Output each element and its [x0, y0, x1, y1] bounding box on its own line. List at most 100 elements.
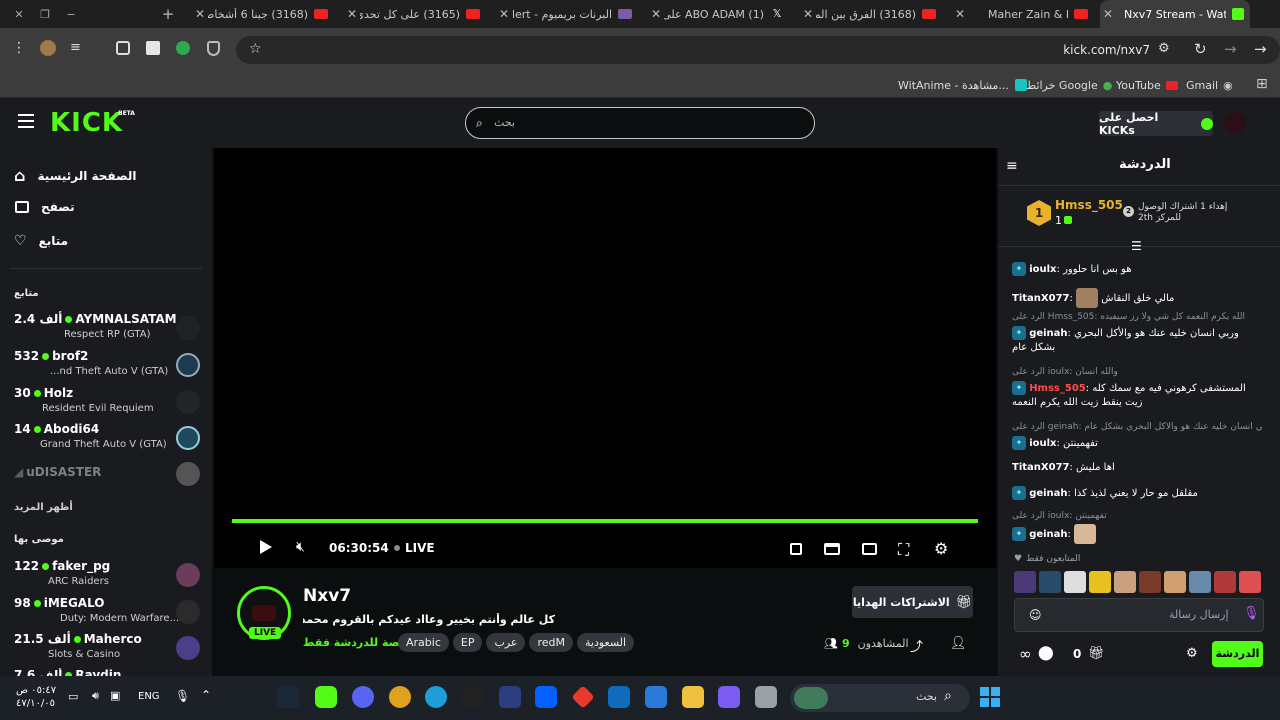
bookmark-witanime[interactable]: WitAnime - مشاهدة...: [898, 72, 1027, 98]
collapse-chat-icon[interactable]: ≡: [1006, 158, 1018, 174]
chat-username[interactable]: TitanX077: [1012, 293, 1069, 304]
battery-icon[interactable]: ▭: [68, 690, 78, 703]
live-label[interactable]: LIVE: [405, 541, 435, 555]
recommended-channel[interactable]: 122 faker_pg ARC Raiders: [14, 559, 200, 593]
bookmark-youtube[interactable]: YouTube: [1116, 72, 1178, 98]
menu-dots-icon[interactable]: ⋮: [12, 40, 26, 56]
show-more-link[interactable]: أظهر المزيد: [14, 502, 73, 513]
chat-username[interactable]: ioulx: [1029, 438, 1056, 449]
discord-icon[interactable]: [352, 686, 374, 708]
adblock-icon[interactable]: [207, 41, 220, 56]
send-chat-button[interactable]: الدردشة: [1212, 641, 1263, 667]
chat-input[interactable]: ☺ إرسال رسالة 🎙︎: [1014, 598, 1264, 632]
bookmark-gmail[interactable]: Gmail ◉: [1186, 72, 1233, 98]
back-icon[interactable]: →: [1254, 40, 1267, 58]
chat-username[interactable]: geinah: [1029, 328, 1067, 339]
progress-bar[interactable]: [232, 519, 978, 523]
copilot-icon[interactable]: [718, 686, 740, 708]
streamer-name[interactable]: Nxv7: [303, 586, 351, 606]
browser-tab-active[interactable]: ✕ Nxv7 Stream - Watch: [1100, 0, 1250, 28]
tab-close-icon[interactable]: ✕: [648, 7, 664, 21]
taskbar-clock[interactable]: ٠٥:٤٧ ص ٤٧/١٠/٠٥: [16, 684, 56, 710]
chatter-avatar[interactable]: [1089, 571, 1111, 593]
kicks-icon[interactable]: ⬤: [1038, 645, 1054, 661]
sidebar-item-following[interactable]: ♡ متابع: [14, 233, 68, 249]
reply-preview[interactable]: الرد على geinah: وربي انسان خليه عنك هو …: [1012, 422, 1262, 432]
url-text[interactable]: kick.com/nxv7: [1050, 43, 1150, 57]
edge-icon[interactable]: [425, 686, 447, 708]
reload-icon[interactable]: ↻: [1194, 40, 1207, 58]
chat-username[interactable]: TitanX077: [1012, 462, 1069, 473]
tab-close-icon[interactable]: ✕: [192, 7, 208, 21]
microphone-tray-icon[interactable]: 🎙︎: [175, 689, 190, 703]
bookmark-maps[interactable]: خرائط Google ●: [1026, 72, 1112, 98]
close-window-icon[interactable]: ✕: [6, 8, 32, 21]
epic-games-icon[interactable]: [462, 686, 484, 708]
volume-icon[interactable]: 🔊︎: [92, 689, 99, 703]
minimize-window-icon[interactable]: −: [58, 8, 84, 21]
extension-icon[interactable]: [146, 41, 160, 55]
reply-preview[interactable]: الرد على ioulx: تفهمينتن: [1012, 511, 1262, 521]
tag[interactable]: EP: [452, 633, 483, 652]
chatter-avatar[interactable]: [1114, 571, 1136, 593]
tab-close-icon[interactable]: ✕: [952, 7, 968, 21]
network-icon[interactable]: ▣: [110, 689, 120, 702]
chat-username[interactable]: geinah: [1029, 488, 1067, 499]
apps-grid-icon[interactable]: ⊞: [1256, 76, 1268, 92]
tab-close-icon[interactable]: ✕: [800, 7, 816, 21]
kick-logo[interactable]: KICK: [50, 108, 123, 138]
chatter-avatar[interactable]: [1239, 571, 1261, 593]
browser-tab[interactable]: ✕ Maher Zain & Harris: [952, 0, 1094, 28]
reply-preview[interactable]: الرد على ioulx: والله انسان: [1012, 367, 1262, 377]
chat-username[interactable]: Hmss_505: [1029, 383, 1086, 394]
reply-preview[interactable]: الرد على Hmss_505: الله يكرم النعمه كل ش…: [1012, 312, 1262, 322]
recommended-channel[interactable]: 98 iMEGALO Duty: Modern Warfare...: [14, 596, 200, 630]
chat-username[interactable]: ioulx: [1029, 264, 1056, 275]
sidebar-item-browse[interactable]: تصفح: [14, 200, 75, 214]
forward-icon[interactable]: →: [1224, 40, 1237, 58]
video-player[interactable]: [214, 148, 996, 568]
browser-tab[interactable]: ✕ (3165) على كل تحدي: [344, 0, 486, 28]
browser-tab[interactable]: ✕ (3168) الفرق بين الملء: [800, 0, 942, 28]
gift-subs-button[interactable]: الاشتراكات الهدايا 🎁︎: [852, 586, 973, 618]
tag[interactable]: redM: [529, 633, 573, 652]
follow-user-icon[interactable]: 👤︎: [950, 636, 967, 651]
chatter-avatar[interactable]: [1014, 571, 1036, 593]
windows-start-icon[interactable]: [980, 687, 1000, 707]
hamburger-menu-icon[interactable]: [18, 114, 34, 128]
chatter-avatar[interactable]: [1164, 571, 1186, 593]
top-gifter-name[interactable]: Hmss_505: [1055, 198, 1123, 212]
media-control-icon[interactable]: ≡: [70, 40, 81, 55]
tag[interactable]: عرب: [486, 633, 526, 652]
chat-username[interactable]: geinah: [1029, 529, 1067, 540]
get-kicks-button[interactable]: احصل على KICKs: [1099, 111, 1213, 137]
infinity-icon[interactable]: ∞: [1019, 645, 1032, 663]
chatter-avatar[interactable]: [1139, 571, 1161, 593]
sidebar-item-home[interactable]: ⌂ الصفحة الرئيسية: [14, 166, 137, 185]
app-icon[interactable]: [755, 686, 777, 708]
chatter-avatar[interactable]: [1064, 571, 1086, 593]
theater-mode-icon[interactable]: [862, 543, 877, 555]
language-indicator[interactable]: ENG: [138, 691, 160, 702]
visual-studio-icon[interactable]: [499, 686, 521, 708]
chatter-avatar[interactable]: [1189, 571, 1211, 593]
miniplayer-icon[interactable]: [790, 543, 802, 555]
following-channel-offline[interactable]: ◢ uDISASTER: [14, 462, 200, 499]
site-settings-icon[interactable]: ⚙: [1158, 41, 1170, 56]
chatter-avatar[interactable]: [1039, 571, 1061, 593]
emoji-icon[interactable]: ☺: [1029, 608, 1042, 622]
play-icon[interactable]: [260, 540, 272, 554]
microphone-icon[interactable]: 🎙︎: [1243, 606, 1260, 621]
clip-icon[interactable]: [824, 543, 840, 555]
following-channel[interactable]: 14 Abodi64 Grand Theft Auto V (GTA): [14, 422, 200, 456]
browser-tab[interactable]: ✕ (1) ABO ADAM على X 𝕏: [648, 0, 790, 28]
taskbar-search[interactable]: بحث ⌕: [790, 684, 970, 712]
user-avatar[interactable]: [1224, 112, 1246, 134]
steam-icon[interactable]: [277, 686, 299, 708]
following-channel[interactable]: 2.4 ألف AYMNALSATAM Respect RP (GTA): [14, 312, 200, 346]
search-input[interactable]: ⌕ بحث: [465, 107, 815, 139]
bookmark-star-icon[interactable]: ☆: [249, 41, 262, 57]
tab-close-icon[interactable]: ✕: [344, 7, 360, 21]
mute-icon[interactable]: 🔇︎: [296, 539, 305, 555]
following-channel[interactable]: 30 Holz Resident Evil Requiem: [14, 386, 200, 420]
